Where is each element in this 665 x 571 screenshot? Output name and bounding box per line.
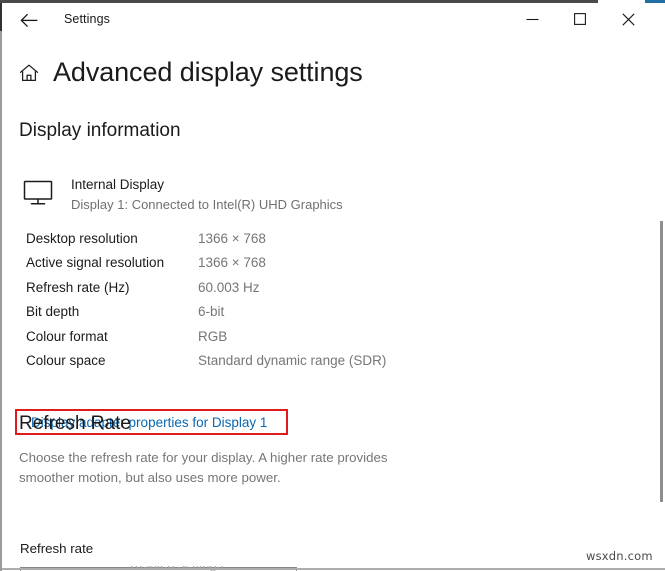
table-row: Desktop resolution 1366 × 768 xyxy=(26,226,446,251)
back-arrow-icon xyxy=(20,13,39,28)
spec-key: Colour format xyxy=(26,329,198,344)
monitor-summary: Internal Display Display 1: Connected to… xyxy=(22,176,343,214)
spec-key: Colour space xyxy=(26,353,198,368)
spec-key: Bit depth xyxy=(26,304,198,319)
table-row: Colour space Standard dynamic range (SDR… xyxy=(26,349,446,374)
maximize-icon xyxy=(574,13,586,25)
table-row: Refresh rate (Hz) 60.003 Hz xyxy=(26,275,446,300)
monitor-subtitle: Display 1: Connected to Intel(R) UHD Gra… xyxy=(71,195,343,214)
spec-value: RGB xyxy=(198,329,227,344)
close-icon xyxy=(622,13,635,26)
bottom-edge xyxy=(2,568,665,570)
minimize-button[interactable] xyxy=(509,3,555,35)
spec-value: 1366 × 768 xyxy=(198,255,266,270)
spec-key: Desktop resolution xyxy=(26,231,198,246)
page-header: Advanced display settings xyxy=(18,57,363,88)
spec-value: 1366 × 768 xyxy=(198,231,266,246)
refresh-rate-field-label: Refresh rate xyxy=(20,541,93,556)
settings-window: Settings xyxy=(0,0,665,571)
table-row: Colour format RGB xyxy=(26,324,446,349)
app-title: Settings xyxy=(64,12,110,26)
display-information-heading: Display information xyxy=(19,120,181,142)
monitor-name: Internal Display xyxy=(71,176,343,194)
back-button[interactable] xyxy=(12,5,46,35)
settings-content: Advanced display settings Display inform… xyxy=(2,36,665,571)
refresh-rate-heading: Refresh Rate xyxy=(19,413,131,435)
minimize-icon xyxy=(526,14,539,25)
refresh-rate-description: Choose the refresh rate for your display… xyxy=(19,448,419,487)
spec-key: Refresh rate (Hz) xyxy=(26,280,198,295)
spec-value: Standard dynamic range (SDR) xyxy=(198,353,386,368)
monitor-icon xyxy=(22,176,58,210)
scrollbar-thumb[interactable] xyxy=(660,221,663,502)
spec-value: 6-bit xyxy=(198,304,224,319)
spec-key: Active signal resolution xyxy=(26,255,198,270)
title-bar: Settings xyxy=(2,3,665,36)
maximize-button[interactable] xyxy=(557,3,603,35)
spec-value: 60.003 Hz xyxy=(198,280,260,295)
watermark: wsxdn.com xyxy=(586,549,653,563)
home-icon[interactable] xyxy=(18,62,40,84)
table-row: Active signal resolution 1366 × 768 xyxy=(26,251,446,276)
table-row: Bit depth 6-bit xyxy=(26,300,446,325)
page-title: Advanced display settings xyxy=(53,57,363,88)
display-spec-table: Desktop resolution 1366 × 768 Active sig… xyxy=(26,226,446,373)
close-button[interactable] xyxy=(605,3,651,35)
vertical-scrollbar[interactable] xyxy=(651,72,665,571)
